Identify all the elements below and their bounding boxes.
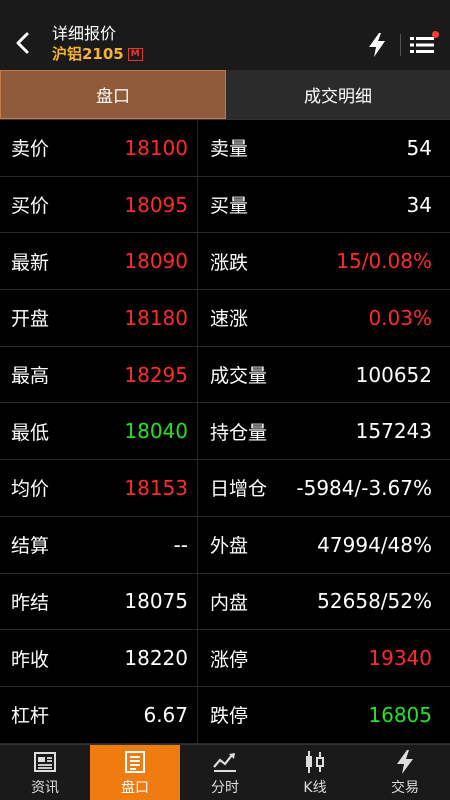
quote-value: 52658/52% (317, 589, 432, 614)
column-divider (197, 403, 198, 460)
quote-label: 买量 (210, 195, 249, 218)
quote-row: 杠杆 6.67 跌停 16805 (0, 686, 450, 744)
quote-value: 19340 (368, 646, 432, 671)
quote-label: 卖价 (11, 138, 50, 161)
quote-label: 买价 (11, 195, 50, 218)
quote-label: 卖量 (210, 138, 249, 161)
quote-row: 开盘 18180 速涨 0.03% (0, 290, 450, 347)
quote-label: 最低 (11, 421, 50, 444)
quote-value: -5984/-3.67% (296, 475, 432, 500)
column-divider (197, 176, 198, 233)
quote-row: 最新 18090 涨跌 15/0.08% (0, 233, 450, 291)
column-divider (197, 120, 198, 176)
column-divider (197, 460, 198, 516)
quote-label: 杠杆 (11, 705, 50, 728)
nav-trade-label: 交易 (391, 779, 419, 796)
quote-value: 15/0.08% (336, 249, 432, 274)
quote-label: 外盘 (210, 535, 249, 558)
notification-dot (432, 31, 439, 38)
quote-label: 昨收 (11, 648, 50, 671)
quote-label: 持仓量 (210, 421, 268, 444)
quote-value: 18153 (124, 475, 188, 500)
quote-value: 47994/48% (317, 532, 432, 557)
nav-news[interactable]: 资讯 (0, 745, 90, 800)
nav-kline-label: K线 (303, 779, 327, 796)
quote-value: 18100 (124, 135, 188, 160)
quote-value: 18180 (124, 305, 188, 330)
page-title: 详细报价 (52, 24, 117, 43)
nav-timeshare-label: 分时 (211, 779, 239, 796)
quote-value: 18220 (124, 646, 188, 671)
quote-row: 卖价 18100 卖量 54 (0, 120, 450, 177)
quote-row: 结算 -- 外盘 47994/48% (0, 516, 450, 574)
contract-name: 沪铝2105 M (52, 44, 143, 64)
nav-news-label: 资讯 (31, 779, 59, 796)
quote-value: 0.03% (368, 305, 432, 330)
quote-value: 100652 (355, 362, 432, 387)
quote-value: 18095 (124, 192, 188, 217)
quote-row: 昨结 18075 内盘 52658/52% (0, 573, 450, 631)
quote-row: 最低 18040 持仓量 157243 (0, 403, 450, 461)
quote-label: 速涨 (210, 308, 249, 331)
back-arrow-icon[interactable] (10, 30, 36, 56)
nav-orderbook[interactable]: 盘口 (90, 745, 180, 800)
lightning-icon[interactable] (366, 32, 388, 58)
tab-orderbook[interactable]: 盘口 (0, 70, 226, 119)
quote-label: 最高 (11, 365, 50, 388)
column-divider (197, 573, 198, 630)
column-divider (197, 516, 198, 573)
nav-timeshare[interactable]: 分时 (180, 745, 270, 800)
column-divider (197, 290, 198, 346)
quote-value: 18295 (124, 362, 188, 387)
quote-value: 6.67 (143, 702, 188, 727)
quote-table: 卖价 18100 卖量 54 买价 18095 买量 34 最新 18090 涨跌 15/0.08% 开… (0, 120, 450, 744)
nav-kline[interactable]: K线 (270, 745, 360, 800)
nav-orderbook-label: 盘口 (121, 779, 149, 796)
contract-symbol: 沪铝2105 (52, 45, 124, 63)
title-block: 详细报价 沪铝2105 M (52, 24, 143, 64)
quote-row: 昨收 18220 涨停 19340 (0, 630, 450, 687)
column-divider (197, 686, 198, 743)
trade-icon (397, 749, 413, 774)
quote-row: 最高 18295 成交量 100652 (0, 346, 450, 404)
quote-label: 最新 (11, 251, 50, 274)
main-contract-badge: M (127, 47, 143, 61)
nav-trade[interactable]: 交易 (360, 745, 450, 800)
quote-row: 买价 18095 买量 34 (0, 176, 450, 234)
top-bar: 详细报价 沪铝2105 M (0, 0, 450, 70)
quote-value: 54 (406, 135, 432, 160)
column-divider (197, 233, 198, 290)
quote-label: 昨结 (11, 591, 50, 614)
quote-label: 内盘 (210, 591, 249, 614)
quote-label: 成交量 (210, 365, 268, 388)
quote-value: 157243 (355, 419, 432, 444)
news-icon (34, 751, 56, 772)
quote-label: 涨跌 (210, 251, 249, 274)
kline-icon (306, 750, 324, 773)
bottom-nav: 资讯 盘口 分时 K线 交易 (0, 744, 450, 800)
quote-value: 18090 (124, 249, 188, 274)
tab-bar: 盘口 成交明细 (0, 70, 450, 120)
quote-label: 涨停 (210, 648, 249, 671)
quote-label: 开盘 (11, 308, 50, 331)
column-divider (197, 346, 198, 403)
timeshare-icon (213, 752, 236, 772)
quote-label: 日增仓 (210, 478, 268, 501)
quote-value: 34 (406, 192, 432, 217)
quote-label: 均价 (11, 478, 50, 501)
header-divider (400, 34, 401, 56)
quote-value: 16805 (368, 702, 432, 727)
tab-trade-details[interactable]: 成交明细 (226, 70, 450, 119)
quote-row: 均价 18153 日增仓 -5984/-3.67% (0, 460, 450, 517)
quote-value: 18040 (124, 419, 188, 444)
quote-label: 跌停 (210, 705, 249, 728)
orderbook-icon (125, 750, 145, 773)
quote-label: 结算 (11, 535, 50, 558)
quote-value: 18075 (124, 589, 188, 614)
column-divider (197, 630, 198, 686)
quote-value: -- (173, 532, 188, 557)
